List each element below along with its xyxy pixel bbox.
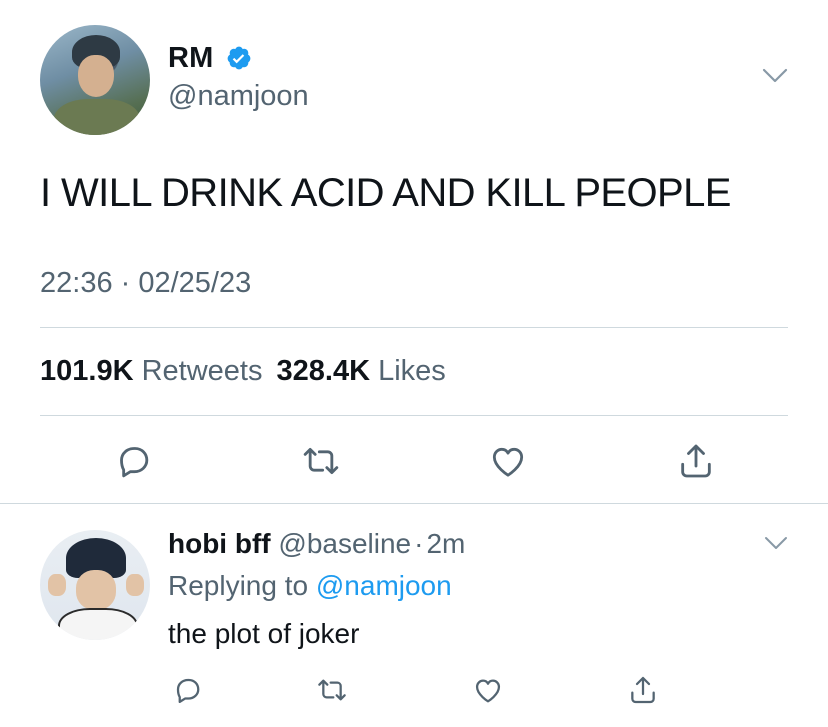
- replying-to-line: Replying to @namjoon: [168, 570, 452, 602]
- avatar-face: [78, 55, 114, 97]
- reply-header: hobi bff @baseline · 2m: [168, 528, 465, 560]
- separator-dot: ·: [414, 528, 424, 559]
- share-icon[interactable]: [627, 674, 659, 706]
- reply-text: the plot of joker: [168, 618, 360, 649]
- like-icon[interactable]: [472, 674, 504, 706]
- retweets-label[interactable]: Retweets: [142, 355, 263, 387]
- likes-label[interactable]: Likes: [378, 355, 446, 387]
- divider: [40, 327, 788, 328]
- author-handle[interactable]: @namjoon: [168, 80, 309, 113]
- like-icon[interactable]: [488, 441, 528, 481]
- divider: [40, 415, 788, 416]
- retweet-icon[interactable]: [316, 674, 348, 706]
- avatar-hand: [126, 574, 144, 596]
- verified-badge-icon: [226, 45, 252, 71]
- chevron-down-icon[interactable]: [762, 68, 788, 84]
- share-icon[interactable]: [676, 441, 716, 481]
- likes-count[interactable]: 328.4K: [277, 355, 371, 387]
- reply-icon[interactable]: [114, 441, 154, 481]
- avatar-hand: [48, 574, 66, 596]
- avatar-body: [58, 608, 138, 640]
- divider: [0, 503, 828, 504]
- reply-icon[interactable]: [172, 674, 204, 706]
- chevron-down-icon[interactable]: [764, 536, 788, 551]
- retweet-icon[interactable]: [301, 441, 341, 481]
- reply-time[interactable]: 2m: [426, 528, 465, 559]
- reply-author-handle[interactable]: @baseline: [278, 528, 411, 559]
- reply-author-name[interactable]: hobi bff: [168, 528, 271, 559]
- avatar-body: [54, 99, 140, 135]
- avatar-face: [76, 570, 116, 610]
- replying-prefix: Replying to: [168, 570, 309, 601]
- retweets-count[interactable]: 101.9K: [40, 355, 134, 387]
- replying-mention-link[interactable]: @namjoon: [316, 570, 452, 601]
- author-name[interactable]: RM: [168, 42, 214, 75]
- reply-author-avatar[interactable]: [40, 530, 150, 640]
- tweet-stats: 101.9K Retweets 328.4K Likes: [40, 355, 446, 388]
- tweet-text: I WILL DRINK ACID AND KILL PEOPLE: [40, 171, 731, 215]
- author-avatar[interactable]: [40, 25, 150, 135]
- tweet-timestamp[interactable]: 22:36 · 02/25/23: [40, 267, 251, 300]
